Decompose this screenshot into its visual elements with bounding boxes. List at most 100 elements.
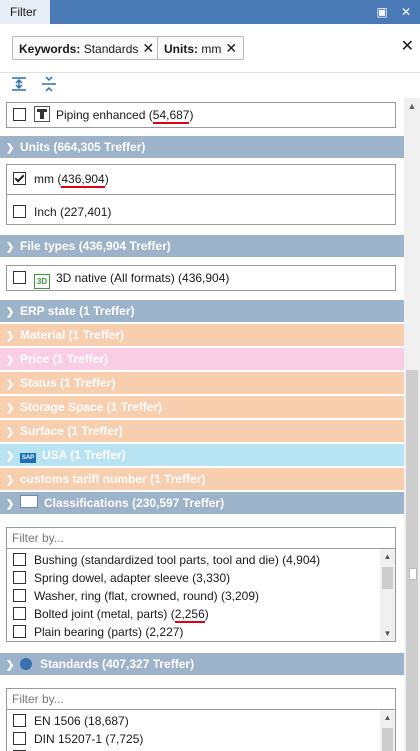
- facet-box-partial: Piping enhanced (54,687): [6, 102, 396, 128]
- filter-list[interactable]: Piping enhanced (54,687) ❯ Units (664,305…: [0, 98, 404, 751]
- chevron-down-icon: ❯: [6, 242, 15, 253]
- list-scrollbar-thumb[interactable]: [382, 567, 393, 589]
- expand-all-icon[interactable]: [10, 75, 28, 93]
- checkbox[interactable]: [13, 732, 26, 745]
- list-item-label: Plain bearing (parts) (2,227): [34, 625, 184, 639]
- list-item[interactable]: DIN 15207-1 (7,725): [13, 730, 143, 748]
- list-item[interactable]: Washer, ring (flat, crowned, round) (3,2…: [13, 587, 259, 605]
- section-header-usa[interactable]: ❯ SAP USA (1 Treffer): [0, 444, 404, 466]
- list-item-label: Bolted joint (metal, parts) (: [34, 607, 175, 621]
- section-header-price[interactable]: ❯ Price (1 Treffer): [0, 348, 404, 370]
- classifications-filter-input[interactable]: Filter by...: [6, 527, 396, 549]
- checkbox[interactable]: [13, 271, 26, 284]
- 3d-icon: 3D: [34, 274, 50, 289]
- facet-item-label: 3D native (All formats) (436,904): [56, 271, 230, 285]
- pin-icon[interactable]: ▣: [374, 4, 390, 20]
- section-header-standards[interactable]: ❯ Standards (407,327 Treffer): [0, 653, 404, 675]
- section-header-label: Units (664,305 Treffer): [20, 140, 146, 154]
- chevron-right-icon: ❯: [6, 355, 15, 366]
- checkbox[interactable]: [13, 553, 26, 566]
- chip-key: Units:: [164, 42, 198, 56]
- list-item-count: 2,256: [174, 607, 205, 623]
- count-suffix: ): [204, 607, 209, 621]
- divider: [7, 194, 395, 195]
- section-header-label: File types (436,904 Treffer): [20, 239, 171, 253]
- count-suffix: ): [104, 172, 109, 186]
- facet-item-piping[interactable]: Piping enhanced (54,687): [13, 105, 193, 125]
- section-header-file-types[interactable]: ❯ File types (436,904 Treffer): [0, 235, 404, 257]
- scroll-up-icon[interactable]: ▲: [380, 710, 395, 725]
- section-header-label: customs tariff number (1 Treffer): [20, 472, 206, 486]
- section-header-units[interactable]: ❯ Units (664,305 Treffer): [0, 136, 404, 158]
- facet-item-mm[interactable]: mm (436,904): [13, 169, 109, 189]
- section-header-surface[interactable]: ❯ Surface (1 Treffer): [0, 420, 404, 442]
- section-header-label: ERP state (1 Treffer): [20, 304, 135, 318]
- section-header-label: Status (1 Treffer): [20, 376, 116, 390]
- chevron-right-icon: ❯: [6, 451, 15, 462]
- section-header-material[interactable]: ❯ Material (1 Treffer): [0, 324, 404, 346]
- chevron-down-icon: ❯: [6, 499, 15, 510]
- chip-value: Standards: [80, 42, 139, 56]
- list-item-label: Spring dowel, adapter sleeve (3,330): [34, 571, 231, 585]
- checkbox[interactable]: [13, 589, 26, 602]
- chip-units[interactable]: Units: mm ✕: [157, 36, 245, 60]
- scrollbar-grip-icon: [409, 568, 417, 580]
- section-header-label: Material (1 Treffer): [20, 328, 125, 342]
- standards-icon: [20, 658, 32, 670]
- scroll-up-icon[interactable]: ▲: [380, 549, 395, 564]
- section-header-storage-space[interactable]: ❯ Storage Space (1 Treffer): [0, 396, 404, 418]
- section-header-customs-tariff[interactable]: ❯ customs tariff number (1 Treffer): [0, 468, 404, 490]
- section-header-label: Storage Space (1 Treffer): [20, 400, 163, 414]
- list-item[interactable]: Bolted joint (metal, parts) (2,256): [13, 605, 209, 623]
- list-scrollbar-thumb[interactable]: [382, 728, 393, 751]
- close-icon[interactable]: ✕: [398, 4, 414, 20]
- clear-all-icon[interactable]: ✕: [401, 36, 414, 56]
- remove-chip-icon[interactable]: ✕: [225, 40, 237, 56]
- classifications-list[interactable]: Bushing (standardized tool parts, tool a…: [6, 548, 396, 642]
- count-prefix: (: [145, 108, 153, 122]
- facet-item-count: 54,687: [152, 108, 190, 124]
- section-header-status[interactable]: ❯ Status (1 Treffer): [0, 372, 404, 394]
- section-header-classifications[interactable]: ❯ Classifications (230,597 Treffer): [0, 492, 404, 514]
- chevron-right-icon: ❯: [6, 427, 15, 438]
- list-item-label: Bushing (standardized tool parts, tool a…: [34, 553, 321, 567]
- toolbar: [0, 72, 420, 98]
- list-item[interactable]: Plain bearing (parts) (2,227): [13, 623, 183, 641]
- collapse-all-icon[interactable]: [40, 75, 58, 93]
- chevron-right-icon: ❯: [6, 307, 15, 318]
- section-header-erp-state[interactable]: ❯ ERP state (1 Treffer): [0, 300, 404, 322]
- scroll-down-icon[interactable]: ▼: [380, 626, 395, 641]
- panel-titlebar: Filter ▣ ✕: [0, 0, 420, 24]
- checkbox[interactable]: [13, 625, 26, 638]
- facet-item-inch[interactable]: Inch (227,401): [13, 202, 111, 222]
- facet-item-3d-native[interactable]: 3D 3D native (All formats) (436,904): [13, 268, 230, 289]
- standards-filter-input[interactable]: Filter by...: [6, 688, 396, 710]
- count-suffix: ): [189, 108, 194, 122]
- file-types-box: 3D 3D native (All formats) (436,904): [6, 265, 396, 291]
- section-header-label: USA (1 Treffer): [42, 448, 126, 462]
- facet-item-label: Inch (227,401): [34, 205, 112, 219]
- checkbox[interactable]: [13, 607, 26, 620]
- scroll-up-icon[interactable]: ▲: [404, 98, 420, 114]
- chevron-down-icon: ❯: [6, 143, 15, 154]
- checkbox[interactable]: [13, 714, 26, 727]
- checkbox-checked[interactable]: [13, 172, 26, 185]
- remove-chip-icon[interactable]: ✕: [142, 40, 154, 56]
- chip-keywords[interactable]: Keywords: Standards ✕: [12, 36, 162, 60]
- active-filters-bar: Keywords: Standards ✕ Units: mm ✕: [0, 24, 420, 73]
- panel-scrollbar-thumb[interactable]: [406, 370, 418, 751]
- checkbox[interactable]: [13, 205, 26, 218]
- checkbox[interactable]: [13, 108, 26, 121]
- panel-title: Filter: [0, 0, 50, 24]
- list-item[interactable]: EN 1506 (18,687): [13, 712, 129, 730]
- chevron-right-icon: ❯: [6, 403, 15, 414]
- chevron-right-icon: ❯: [6, 475, 15, 486]
- list-item[interactable]: Spring dowel, adapter sleeve (3,330): [13, 569, 230, 587]
- chevron-down-icon: ❯: [6, 660, 15, 671]
- checkbox[interactable]: [13, 571, 26, 584]
- standards-list[interactable]: EN 1506 (18,687) DIN 15207-1 (7,725) ▲: [6, 709, 396, 751]
- section-header-label: Standards (407,327 Treffer): [40, 657, 195, 671]
- list-item[interactable]: Bushing (standardized tool parts, tool a…: [13, 551, 320, 569]
- facet-item-label: Piping enhanced: [56, 108, 146, 122]
- facet-item-count: 436,904: [61, 172, 105, 188]
